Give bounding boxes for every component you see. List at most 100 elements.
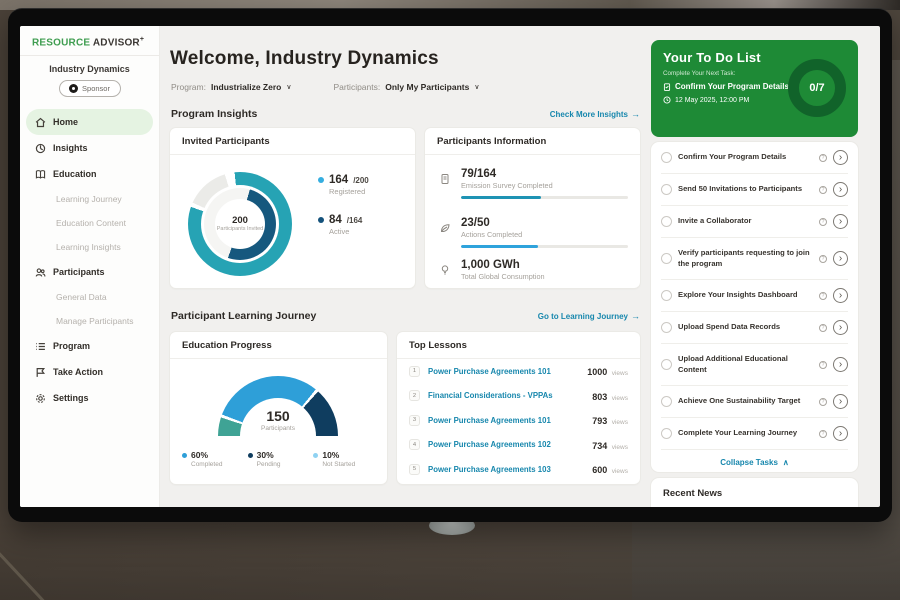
page-title: Welcome, Industry Dynamics — [170, 48, 439, 70]
task-checkbox[interactable] — [661, 152, 672, 163]
lesson-link[interactable]: Power Purchase Agreements 102 — [428, 440, 551, 449]
legend-registered: 164 /200 Registered — [318, 174, 369, 196]
arrow-right-icon: → — [631, 311, 640, 321]
task-checkbox[interactable] — [661, 216, 672, 227]
sidebar-item-participants[interactable]: Participants — [26, 259, 153, 285]
collapse-tasks-link[interactable]: Collapse Tasks ∧ — [661, 450, 848, 474]
home-icon — [35, 117, 46, 128]
help-icon[interactable]: ? — [819, 255, 827, 263]
help-icon[interactable]: ? — [819, 324, 827, 332]
chevron-down-icon: ∨ — [286, 83, 291, 91]
sidebar-item-take-action[interactable]: Take Action — [26, 359, 153, 385]
help-icon[interactable]: ? — [819, 361, 827, 369]
task-chevron-button[interactable]: › — [833, 394, 848, 409]
task-checkbox[interactable] — [661, 428, 672, 439]
monitor-bezel: RESOURCE ADVISOR+ Industry Dynamics Spon… — [8, 8, 892, 522]
lesson-rank-badge: 1 — [409, 366, 420, 377]
task-checkbox[interactable] — [661, 359, 672, 370]
go-to-learning-journey-link[interactable]: Go to Learning Journey→ — [468, 311, 640, 321]
sidebar-item-insights[interactable]: Insights — [26, 135, 153, 161]
task-row-complete-learning-journey[interactable]: Complete Your Learning Journey ? › — [661, 418, 848, 450]
participants-dropdown[interactable]: Participants: Only My Participants ∨ — [333, 82, 479, 92]
task-checkbox[interactable] — [661, 322, 672, 333]
recent-news-card: Recent News — [651, 478, 858, 507]
dashboard-screen: RESOURCE ADVISOR+ Industry Dynamics Spon… — [20, 26, 880, 507]
donut-legend: 164 /200 Registered 84 /164 Active — [318, 174, 369, 254]
sponsor-badge-label: Sponsor — [82, 84, 110, 93]
task-row-verify-participants[interactable]: Verify participants requesting to join t… — [661, 238, 848, 280]
todo-summary-panel: Your To Do List Complete Your Next Task:… — [651, 40, 858, 137]
legend-active: 84 /164 Active — [318, 214, 369, 236]
lesson-views: 1000 views — [587, 362, 628, 380]
task-chevron-button[interactable]: › — [833, 320, 848, 335]
clipboard-icon — [663, 83, 671, 91]
lesson-row: 2 Financial Considerations - VPPAs 803 v… — [397, 384, 640, 409]
lesson-rank-badge: 4 — [409, 439, 420, 450]
sponsor-icon — [69, 84, 78, 93]
check-more-insights-link[interactable]: Check More Insights→ — [468, 109, 640, 119]
chevron-up-icon: ∧ — [783, 458, 789, 467]
stat-emission-survey: 79/164 Emission Survey Completed — [437, 168, 628, 199]
lesson-link[interactable]: Financial Considerations - VPPAs — [428, 391, 553, 400]
brand-primary: RESOURCE — [32, 37, 90, 48]
top-lessons-card: Top Lessons 1 Power Purchase Agreements … — [397, 332, 640, 484]
task-chevron-button[interactable]: › — [833, 182, 848, 197]
todo-progress-value: 0/7 — [809, 82, 824, 94]
lesson-views: 734 views — [592, 436, 628, 454]
take-action-icon — [35, 367, 46, 378]
help-icon[interactable]: ? — [819, 186, 827, 194]
help-icon[interactable]: ? — [819, 398, 827, 406]
lesson-row: 5 Power Purchase Agreements 103 600 view… — [397, 457, 640, 482]
task-chevron-button[interactable]: › — [833, 357, 848, 372]
section-heading-program-insights: Program Insights — [171, 108, 257, 120]
task-row-confirm-program[interactable]: Confirm Your Program Details ? › — [661, 142, 848, 174]
task-checkbox[interactable] — [661, 253, 672, 264]
actions-icon — [439, 221, 451, 233]
card-title: Education Progress — [170, 332, 387, 359]
task-chevron-button[interactable]: › — [833, 150, 848, 165]
task-row-send-invitations[interactable]: Send 50 Invitations to Participants ? › — [661, 174, 848, 206]
task-row-invite-collaborator[interactable]: Invite a Collaborator ? › — [661, 206, 848, 238]
task-row-achieve-sustainability-target[interactable]: Achieve One Sustainability Target ? › — [661, 386, 848, 418]
sidebar-item-manage-participants[interactable]: Manage Participants — [26, 309, 153, 333]
todo-progress-ring: 0/7 — [788, 59, 846, 117]
brand-logo[interactable]: RESOURCE ADVISOR+ — [20, 26, 159, 56]
survey-icon — [439, 172, 451, 184]
task-chevron-button[interactable]: › — [833, 426, 848, 441]
task-chevron-button[interactable]: › — [833, 214, 848, 229]
legend-dot — [318, 177, 324, 183]
sidebar-item-settings[interactable]: Settings — [26, 385, 153, 411]
sidebar-item-home[interactable]: Home — [26, 109, 153, 135]
lesson-link[interactable]: Power Purchase Agreements 103 — [428, 465, 551, 474]
lesson-views: 803 views — [592, 387, 628, 405]
legend-dot — [313, 453, 318, 458]
sidebar-item-program[interactable]: Program — [26, 333, 153, 359]
task-row-explore-insights[interactable]: Explore Your Insights Dashboard ? › — [661, 280, 848, 312]
task-checkbox[interactable] — [661, 290, 672, 301]
task-checkbox[interactable] — [661, 184, 672, 195]
card-title: Top Lessons — [397, 332, 640, 359]
help-icon[interactable]: ? — [819, 292, 827, 300]
task-chevron-button[interactable]: › — [833, 251, 848, 266]
sidebar-item-education[interactable]: Education — [26, 161, 153, 187]
lesson-rank-badge: 3 — [409, 415, 420, 426]
task-row-upload-educational-content[interactable]: Upload Additional Educational Content ? … — [661, 344, 848, 386]
lesson-link[interactable]: Power Purchase Agreements 101 — [428, 416, 551, 425]
stat-total-consumption: 1,000 GWh Total Global Consumption — [437, 259, 628, 281]
lesson-rank-badge: 2 — [409, 390, 420, 401]
help-icon[interactable]: ? — [819, 430, 827, 438]
legend-completed: 60% Completed — [182, 450, 248, 468]
task-chevron-button[interactable]: › — [833, 288, 848, 303]
sidebar-item-general-data[interactable]: General Data — [26, 285, 153, 309]
help-icon[interactable]: ? — [819, 154, 827, 162]
sidebar-item-education-content[interactable]: Education Content — [26, 211, 153, 235]
sidebar-item-learning-journey[interactable]: Learning Journey — [26, 187, 153, 211]
program-dropdown[interactable]: Program: Industrialize Zero ∨ — [171, 82, 291, 92]
task-row-upload-spend-data[interactable]: Upload Spend Data Records ? › — [661, 312, 848, 344]
lesson-views: 793 views — [592, 411, 628, 429]
help-icon[interactable]: ? — [819, 218, 827, 226]
lesson-link[interactable]: Power Purchase Agreements 101 — [428, 367, 551, 376]
sidebar-item-learning-insights[interactable]: Learning Insights — [26, 235, 153, 259]
task-checkbox[interactable] — [661, 396, 672, 407]
scene: RESOURCE ADVISOR+ Industry Dynamics Spon… — [0, 0, 900, 600]
